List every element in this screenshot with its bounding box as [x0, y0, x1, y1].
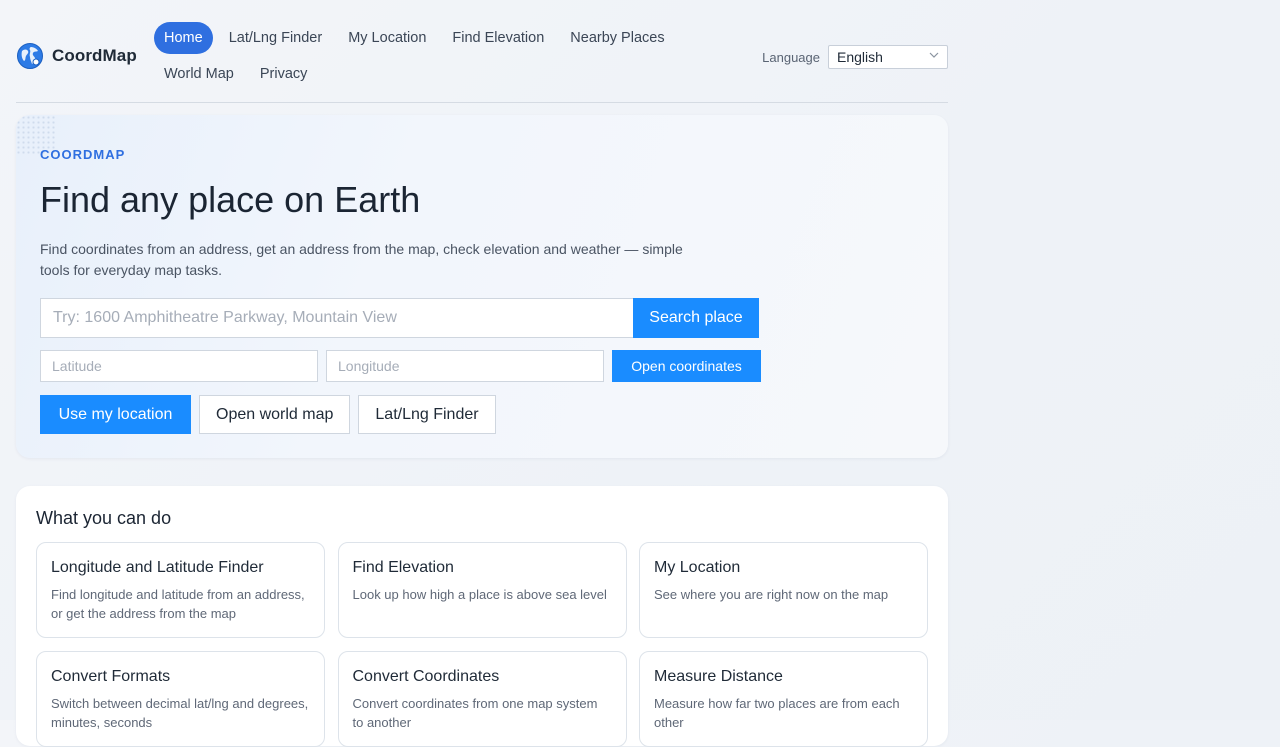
feature-card-desc: See where you are right now on the map — [654, 587, 889, 602]
chevron-down-icon — [929, 52, 939, 58]
hero-eyebrow: COORDMAP — [40, 147, 126, 162]
use-my-location-button[interactable]: Use my location — [40, 395, 191, 434]
hero-description: Find coordinates from an address, get an… — [40, 241, 683, 278]
features-title: What you can do — [36, 508, 172, 528]
feature-card-desc: Look up how high a place is above sea le… — [352, 587, 607, 602]
open-world-map-button[interactable]: Open world map — [199, 395, 351, 434]
feature-card-latlng-finder[interactable]: Longitude and Latitude Finder Find longi… — [36, 542, 325, 638]
feature-card-desc: Measure how far two places are from each… — [654, 696, 900, 730]
hero-title: Find any place on Earth — [40, 179, 421, 220]
nav-my-location[interactable]: My Location — [338, 22, 436, 54]
feature-card-find-elevation[interactable]: Find Elevation Look up how high a place … — [337, 542, 627, 638]
language-selected: English — [837, 49, 883, 65]
nav-world-map[interactable]: World Map — [154, 58, 244, 90]
feature-card-desc: Find longitude and latitude from an addr… — [51, 587, 305, 621]
feature-card-title: Longitude and Latitude Finder — [51, 559, 264, 576]
coordinates-row: Open coordinates — [40, 350, 761, 382]
feature-card-convert-coordinates[interactable]: Convert Coordinates Convert coordinates … — [337, 651, 627, 747]
hero-section: COORDMAP Find any place on Earth Find co… — [16, 115, 948, 458]
feature-card-convert-formats[interactable]: Convert Formats Switch between decimal l… — [36, 651, 325, 747]
language-select[interactable]: English — [828, 45, 948, 69]
feature-card-desc: Switch between decimal lat/lng and degre… — [51, 696, 309, 730]
nav-privacy[interactable]: Privacy — [250, 58, 318, 90]
latlng-finder-button[interactable]: Lat/Lng Finder — [358, 395, 496, 434]
latitude-input[interactable] — [40, 350, 318, 382]
feature-card-title: Convert Formats — [51, 668, 171, 685]
features-section: What you can do Longitude and Latitude F… — [16, 486, 948, 747]
language-label: Language — [762, 49, 820, 65]
feature-card-desc: Convert coordinates from one map system … — [352, 696, 598, 730]
nav-nearby-places[interactable]: Nearby Places — [560, 22, 674, 54]
search-input[interactable] — [40, 298, 633, 338]
feature-card-title: My Location — [654, 559, 741, 576]
feature-card-title: Measure Distance — [654, 668, 783, 685]
action-row: Use my location Open world map Lat/Lng F… — [40, 395, 496, 434]
page: CoordMap Home Lat/Lng Finder My Location… — [16, 0, 948, 747]
feature-card-my-location[interactable]: My Location See where you are right now … — [639, 542, 928, 638]
site-header: CoordMap Home Lat/Lng Finder My Location… — [16, 0, 948, 103]
longitude-input[interactable] — [326, 350, 604, 382]
feature-card-title: Convert Coordinates — [352, 668, 500, 685]
feature-card-measure-distance[interactable]: Measure Distance Measure how far two pla… — [639, 651, 928, 747]
language-picker: Language English — [762, 45, 948, 69]
search-place-button[interactable]: Search place — [633, 298, 759, 338]
brand-logo[interactable]: CoordMap — [16, 42, 137, 70]
search-row: Search place — [40, 298, 759, 338]
feature-card-title: Find Elevation — [352, 559, 454, 576]
open-coordinates-button[interactable]: Open coordinates — [612, 350, 761, 382]
nav-latlng-finder[interactable]: Lat/Lng Finder — [219, 22, 333, 54]
features-grid: Longitude and Latitude Finder Find longi… — [36, 542, 928, 747]
nav-find-elevation[interactable]: Find Elevation — [442, 22, 554, 54]
brand-name: CoordMap — [52, 46, 137, 65]
globe-icon — [17, 43, 43, 69]
main-nav: Home Lat/Lng Finder My Location Find Ele… — [154, 22, 694, 90]
nav-home[interactable]: Home — [154, 22, 213, 54]
